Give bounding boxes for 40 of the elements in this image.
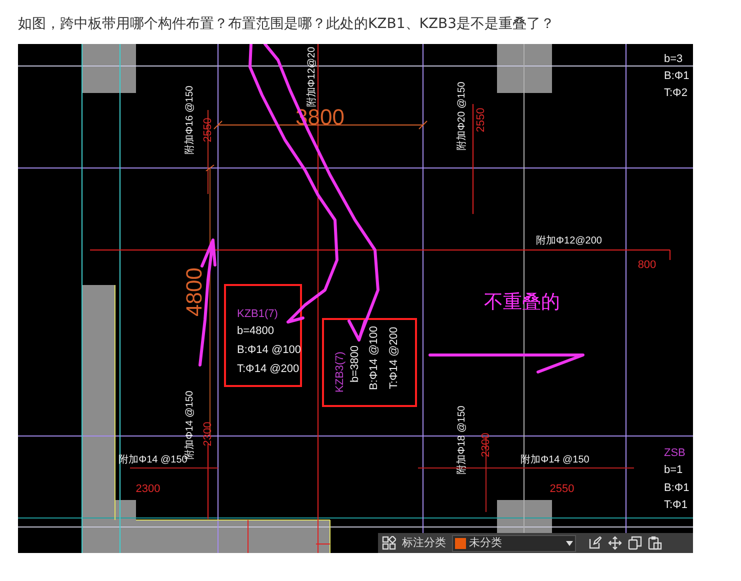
strip-spec: B:Φ1 bbox=[664, 70, 690, 82]
strip-spec: T:Φ1 bbox=[664, 499, 688, 511]
edit-icon[interactable] bbox=[588, 536, 602, 550]
strip-spec: T:Φ2 bbox=[664, 87, 688, 99]
column-block bbox=[82, 44, 136, 93]
dimension-label: 2550 bbox=[550, 483, 574, 495]
copy-icon[interactable] bbox=[628, 536, 642, 550]
strip-spec: T:Φ14 @200 bbox=[388, 326, 400, 390]
strip-spec: B:Φ14 @100 bbox=[368, 326, 380, 390]
category-swatch-icon bbox=[455, 538, 466, 548]
dimension-label: 2550 bbox=[202, 118, 214, 142]
dimension-label: 2300 bbox=[136, 483, 160, 495]
strip-name: ZSB bbox=[664, 447, 686, 459]
strip-name: KZB3(7) bbox=[334, 352, 346, 392]
move-icon[interactable] bbox=[608, 536, 622, 550]
column-block bbox=[497, 44, 552, 93]
strip-spec: b=1 bbox=[664, 464, 683, 476]
span-dimension: 4800 bbox=[182, 268, 206, 316]
dimension-label: 2300 bbox=[480, 432, 492, 458]
dimension-label: 2550 bbox=[475, 108, 487, 132]
rebar-label: 附加Φ12@200 bbox=[536, 236, 602, 246]
rebar-label: 附加Φ12@20 bbox=[306, 46, 318, 108]
rebar-label: 附加Φ16 @150 bbox=[184, 86, 196, 154]
grid-icon[interactable] bbox=[382, 536, 396, 550]
question-text: 如图，跨中板带用哪个构件布置？布置范围是哪？此处的KZB1、KZB3是不是重叠了？ bbox=[18, 15, 556, 34]
strip-name: KZB1(7) bbox=[237, 308, 278, 320]
dimension-label: 800 bbox=[638, 259, 656, 271]
strip-spec: b=3800 bbox=[349, 346, 361, 382]
paste-icon[interactable] bbox=[648, 536, 662, 550]
dimension-label: 2300 bbox=[202, 422, 214, 446]
strip-spec: b=4800 bbox=[237, 325, 274, 337]
strip-spec: T:Φ14 @200 bbox=[237, 363, 300, 375]
caret-icon bbox=[566, 540, 573, 546]
category-dropdown[interactable]: 未分类 bbox=[452, 534, 576, 552]
rebar-label: 附加Φ18 @150 bbox=[456, 406, 468, 474]
category-label: 标注分类 bbox=[402, 534, 446, 551]
strip-spec: b=3 bbox=[664, 53, 683, 65]
strip-spec: B:Φ1 bbox=[664, 482, 690, 494]
rebar-label: 附加Φ14 @150 bbox=[184, 390, 196, 460]
rebar-label: 附加Φ20 @150 bbox=[456, 82, 468, 150]
